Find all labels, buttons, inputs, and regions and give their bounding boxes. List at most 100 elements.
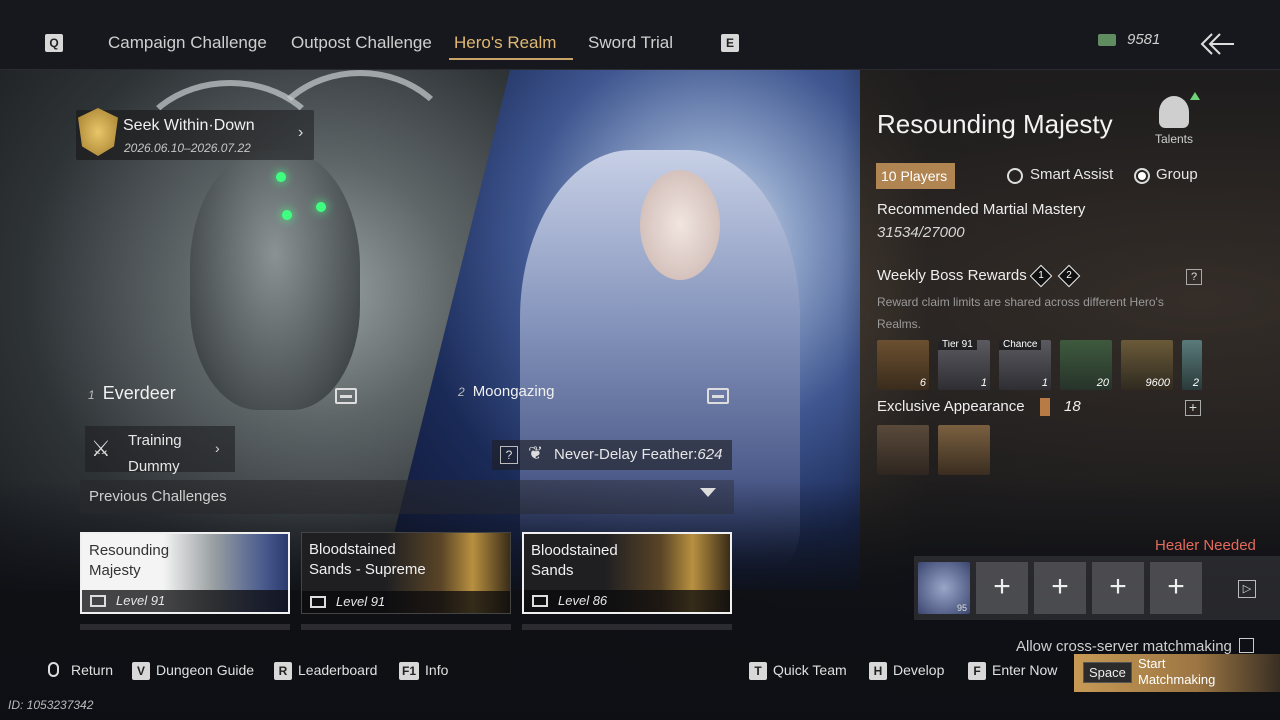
start-line2: Matchmaking xyxy=(1138,672,1216,687)
tab-outpost-challenge[interactable]: Outpost Challenge xyxy=(291,33,432,53)
smart-assist-radio[interactable] xyxy=(1007,168,1023,184)
talents-button[interactable]: Talents xyxy=(1150,92,1200,150)
reward-flower[interactable]: Chance 1 xyxy=(999,340,1051,390)
hint-key: R xyxy=(274,662,292,680)
hint-leaderboard[interactable]: R Leaderboard xyxy=(274,662,377,680)
chevron-right-icon: › xyxy=(298,124,304,141)
hint-develop[interactable]: H Develop xyxy=(869,662,944,680)
card-level-text: Level 86 xyxy=(558,593,608,608)
tab-heros-realm[interactable]: Hero's Realm xyxy=(454,33,556,53)
hint-key: H xyxy=(869,662,887,680)
reward-chest[interactable]: 6 xyxy=(877,340,929,390)
chevron-right-icon: › xyxy=(215,440,220,456)
reward-count: 1 xyxy=(1041,377,1048,389)
training-line2: Dummy xyxy=(128,458,180,475)
reward-banknote[interactable]: 20 xyxy=(1060,340,1112,390)
empty-team-slot[interactable]: + xyxy=(1034,562,1086,614)
next-tab-key[interactable]: E xyxy=(721,34,739,52)
level-icon xyxy=(532,595,548,607)
start-matchmaking-button[interactable]: Space Start Matchmaking xyxy=(1074,654,1280,692)
previous-challenges-label: Previous Challenges xyxy=(89,488,227,505)
upgrade-arrow-icon xyxy=(1190,92,1200,100)
appearance-item[interactable] xyxy=(877,425,929,475)
challenge-card-resounding-majesty[interactable]: Resounding Majesty Level 91 xyxy=(80,532,290,614)
reward-flower[interactable]: Tier 91 1 xyxy=(938,340,990,390)
help-icon[interactable]: ? xyxy=(1186,269,1202,285)
training-line1: Training xyxy=(128,432,182,449)
empty-team-slot[interactable]: + xyxy=(1150,562,1202,614)
talents-label: Talents xyxy=(1154,132,1194,146)
face-shape xyxy=(640,170,720,280)
level-icon xyxy=(310,596,326,608)
reward-gem[interactable]: 2 xyxy=(1182,340,1202,390)
challenge-card-bloodstained-sands-supreme[interactable]: Bloodstained Sands - Supreme Level 91 xyxy=(301,532,511,614)
previous-challenges-dropdown[interactable]: Previous Challenges xyxy=(80,480,734,514)
weekly-rewards-note: Reward claim limits are shared across di… xyxy=(877,295,1164,331)
feather-icon: ❦ xyxy=(528,443,544,463)
event-title: Seek Within·Down xyxy=(123,117,255,134)
expand-team-icon[interactable]: ▷ xyxy=(1238,580,1256,598)
tab-sword-trial[interactable]: Sword Trial xyxy=(588,33,673,53)
chevron-down-icon xyxy=(700,488,716,497)
start-matchmaking-label: Start Matchmaking xyxy=(1138,656,1215,688)
feather-label: Never-Delay Feather:624 xyxy=(554,446,722,463)
top-nav-bar: Q Campaign Challenge Outpost Challenge H… xyxy=(0,0,1280,70)
card-level: Level 91 xyxy=(82,590,288,612)
hint-return[interactable]: Return xyxy=(48,662,113,678)
player-avatar[interactable]: 95 xyxy=(918,562,970,614)
hint-dungeon-guide[interactable]: V Dungeon Guide xyxy=(132,662,254,680)
card-level-text: Level 91 xyxy=(336,594,386,609)
training-label: Training Dummy xyxy=(128,428,182,480)
tier-badge-text: 1 xyxy=(1038,270,1044,281)
boss-moongazing[interactable]: 2 Moongazing xyxy=(458,383,554,400)
reward-count: 20 xyxy=(1096,377,1109,389)
boss-number: 2 xyxy=(458,385,465,399)
prev-tab-key[interactable]: Q xyxy=(45,34,63,52)
hint-label: Quick Team xyxy=(773,662,847,678)
boss-name: Everdeer xyxy=(102,383,176,403)
hint-label: Leaderboard xyxy=(298,662,378,678)
hint-label: Info xyxy=(425,662,449,678)
card-level: Level 91 xyxy=(302,591,510,613)
group-radio[interactable] xyxy=(1134,168,1150,184)
hint-quick-team[interactable]: T Quick Team xyxy=(749,662,847,680)
level-icon xyxy=(90,595,106,607)
cross-server-label[interactable]: Allow cross-server matchmaking xyxy=(1016,638,1232,655)
hint-info[interactable]: F1 Info xyxy=(399,662,448,680)
glowing-eye xyxy=(276,172,286,182)
expand-icon[interactable]: + xyxy=(1185,400,1201,416)
reward-coins[interactable]: 9600 xyxy=(1121,340,1173,390)
training-dummy-button[interactable]: ⚔ Training Dummy › xyxy=(85,426,235,475)
empty-team-slot[interactable]: + xyxy=(1092,562,1144,614)
person-icon xyxy=(1159,96,1189,128)
card-title: Resounding Majesty xyxy=(89,542,170,579)
card-level-text: Level 91 xyxy=(116,593,166,608)
start-line1: Start xyxy=(1138,656,1166,671)
healer-needed-notice: Healer Needed xyxy=(1155,537,1256,554)
glowing-eye xyxy=(282,210,292,220)
event-banner[interactable]: Seek Within·Down 2026.06.10–2026.07.22 › xyxy=(76,108,314,160)
chest-icon xyxy=(707,388,729,404)
feather-value: 624 xyxy=(697,446,723,463)
card-row-peek xyxy=(301,624,511,630)
deer-head-shape xyxy=(190,150,360,410)
smart-assist-label[interactable]: Smart Assist xyxy=(1030,166,1113,183)
group-label[interactable]: Group xyxy=(1156,166,1198,183)
tier-badge-text: 2 xyxy=(1066,270,1072,281)
empty-team-slot[interactable]: + xyxy=(976,562,1028,614)
feather-counter: ? ❦ Never-Delay Feather:624 xyxy=(492,440,732,470)
banknote-icon xyxy=(1098,34,1116,46)
challenge-card-bloodstained-sands[interactable]: Bloodstained Sands Level 86 xyxy=(522,532,732,614)
reward-count: 2 xyxy=(1192,377,1199,389)
hint-enter-now[interactable]: F Enter Now xyxy=(968,662,1057,680)
cross-server-checkbox[interactable] xyxy=(1239,638,1254,653)
exclusive-appearance-label: Exclusive Appearance xyxy=(877,398,1025,415)
appearance-item[interactable] xyxy=(938,425,990,475)
card-title: Bloodstained Sands xyxy=(531,542,618,579)
back-arrow-icon[interactable] xyxy=(1198,30,1236,58)
reward-count: 9600 xyxy=(1145,377,1170,389)
help-icon[interactable]: ? xyxy=(500,446,518,464)
tab-campaign-challenge[interactable]: Campaign Challenge xyxy=(108,33,267,53)
boss-everdeer[interactable]: 1 Everdeer xyxy=(88,383,176,404)
recommended-mastery-value: 31534/27000 xyxy=(877,224,965,241)
